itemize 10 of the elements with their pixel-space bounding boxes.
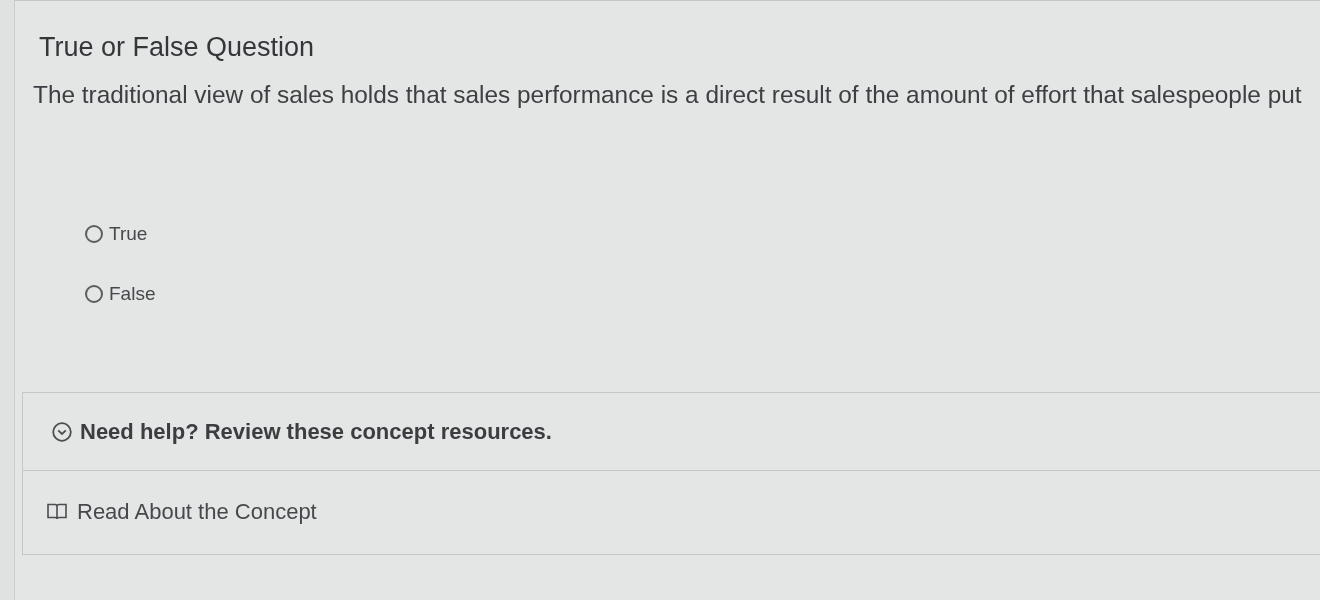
question-title: True or False Question	[39, 31, 316, 64]
radio-button[interactable]	[85, 225, 103, 244]
help-heading[interactable]: Need help? Review these concept resources.	[80, 415, 552, 448]
option-label[interactable]: False	[109, 279, 156, 308]
option-label[interactable]: True	[109, 220, 148, 249]
radio-button[interactable]	[85, 284, 103, 303]
resource-link[interactable]: Read About the Concept	[47, 495, 317, 528]
chevron-circle-icon[interactable]	[52, 421, 72, 442]
question-text: The traditional view of sales holds that sales performance is a direct result of the amount of effort that salespeople put	[33, 80, 1303, 111]
book-icon	[47, 503, 67, 520]
